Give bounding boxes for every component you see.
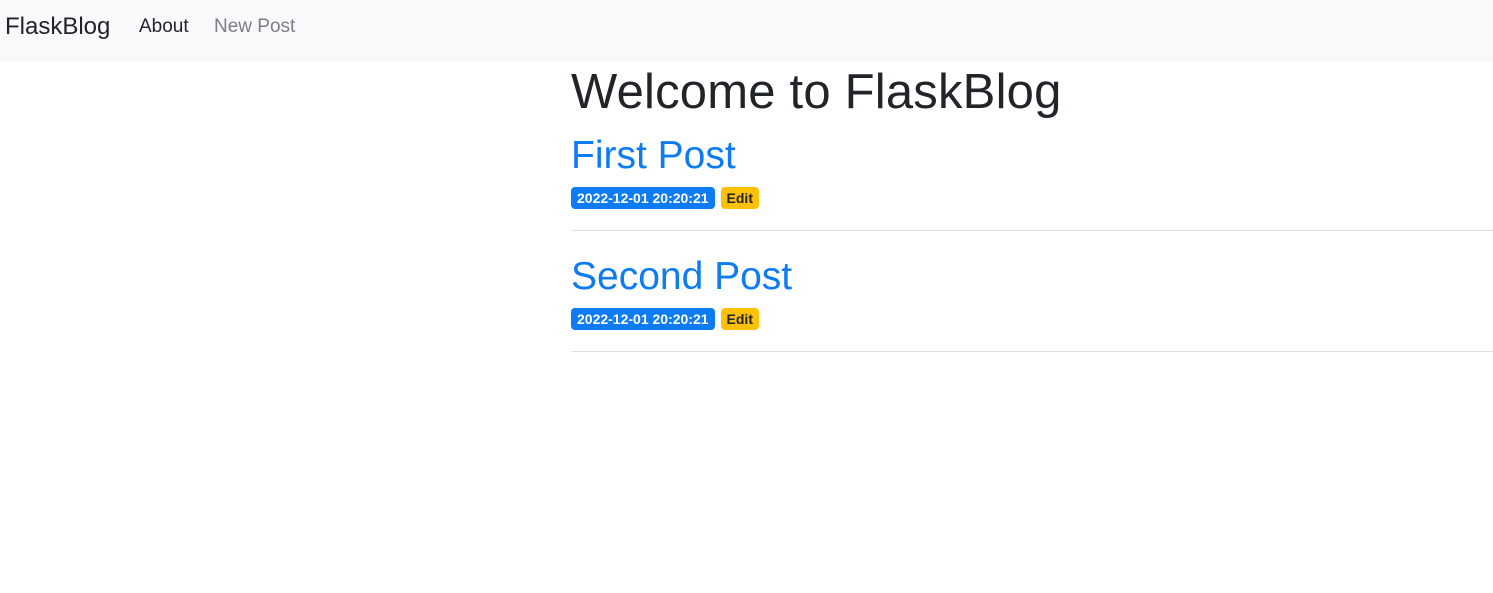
- post-date-badge: 2022-12-01 20:20:21: [571, 308, 715, 330]
- page-title: Welcome to FlaskBlog: [571, 65, 1062, 119]
- post-meta: 2022-12-01 20:20:21 Edit: [571, 308, 1493, 330]
- navbar-brand[interactable]: FlaskBlog: [5, 12, 110, 42]
- post-divider: [571, 230, 1493, 231]
- nav-link-about[interactable]: About: [139, 15, 189, 39]
- post-item: First Post 2022-12-01 20:20:21 Edit: [571, 132, 1493, 209]
- post-title-link[interactable]: Second Post: [571, 253, 792, 301]
- navbar: FlaskBlog About New Post: [0, 0, 1493, 61]
- edit-post-button[interactable]: Edit: [720, 308, 759, 330]
- post-meta: 2022-12-01 20:20:21 Edit: [571, 187, 1493, 209]
- post-title-link[interactable]: First Post: [571, 132, 736, 180]
- edit-post-button[interactable]: Edit: [720, 187, 759, 209]
- post-divider: [571, 351, 1493, 352]
- nav-link-new-post[interactable]: New Post: [214, 15, 295, 39]
- main-content: Welcome to FlaskBlog First Post 2022-12-…: [571, 61, 1493, 352]
- post-date-badge: 2022-12-01 20:20:21: [571, 187, 715, 209]
- post-item: Second Post 2022-12-01 20:20:21 Edit: [571, 253, 1493, 330]
